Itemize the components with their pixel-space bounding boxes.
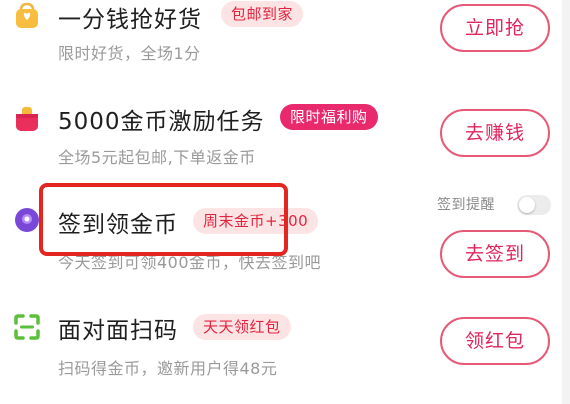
- get-red-packet-button[interactable]: 领红包: [440, 317, 550, 365]
- grab-now-button[interactable]: 立即抢: [440, 4, 550, 52]
- checkin-reminder-toggle[interactable]: [517, 195, 551, 215]
- shopping-bag-icon: [16, 2, 38, 28]
- task-subtitle: 扫码得金币，邀新用户得48元: [58, 359, 278, 378]
- checkin-reminder-label: 签到提醒: [437, 197, 495, 213]
- gift-box-icon: [16, 107, 38, 131]
- earn-money-button[interactable]: 去赚钱: [440, 109, 550, 157]
- task-title: 面对面扫码: [58, 318, 178, 344]
- task-row-one-cent: 一分钱抢好货 包邮到家 限时好货，全场1分 立即抢: [0, 0, 562, 72]
- go-checkin-button[interactable]: 去签到: [440, 230, 550, 278]
- task-badge: 限时福利购: [280, 104, 378, 130]
- task-badge: 包邮到家: [221, 1, 304, 27]
- task-list-page: 一分钱抢好货 包邮到家 限时好货，全场1分 立即抢 5000金币激励任务 限时福…: [0, 0, 570, 404]
- scroll-edge: [562, 0, 570, 404]
- task-title: 一分钱抢好货: [58, 7, 202, 33]
- toggle-knob: [519, 197, 535, 213]
- task-row-coin-incentive: 5000金币激励任务 限时福利购 全场5元起包邮,下单返金币 去赚钱: [0, 92, 562, 192]
- task-row-face-to-face-scan: 面对面扫码 天天领红包 扫码得金币，邀新用户得48元 领红包: [0, 300, 562, 400]
- task-subtitle: 全场5元起包邮,下单返金币: [58, 148, 256, 167]
- task-badge: 天天领红包: [193, 314, 291, 340]
- task-title: 5000金币激励任务: [58, 109, 265, 135]
- task-subtitle: 限时好货，全场1分: [58, 44, 201, 63]
- highlight-box: [39, 183, 288, 256]
- location-pin-icon: [15, 208, 39, 232]
- scan-icon: [14, 314, 40, 340]
